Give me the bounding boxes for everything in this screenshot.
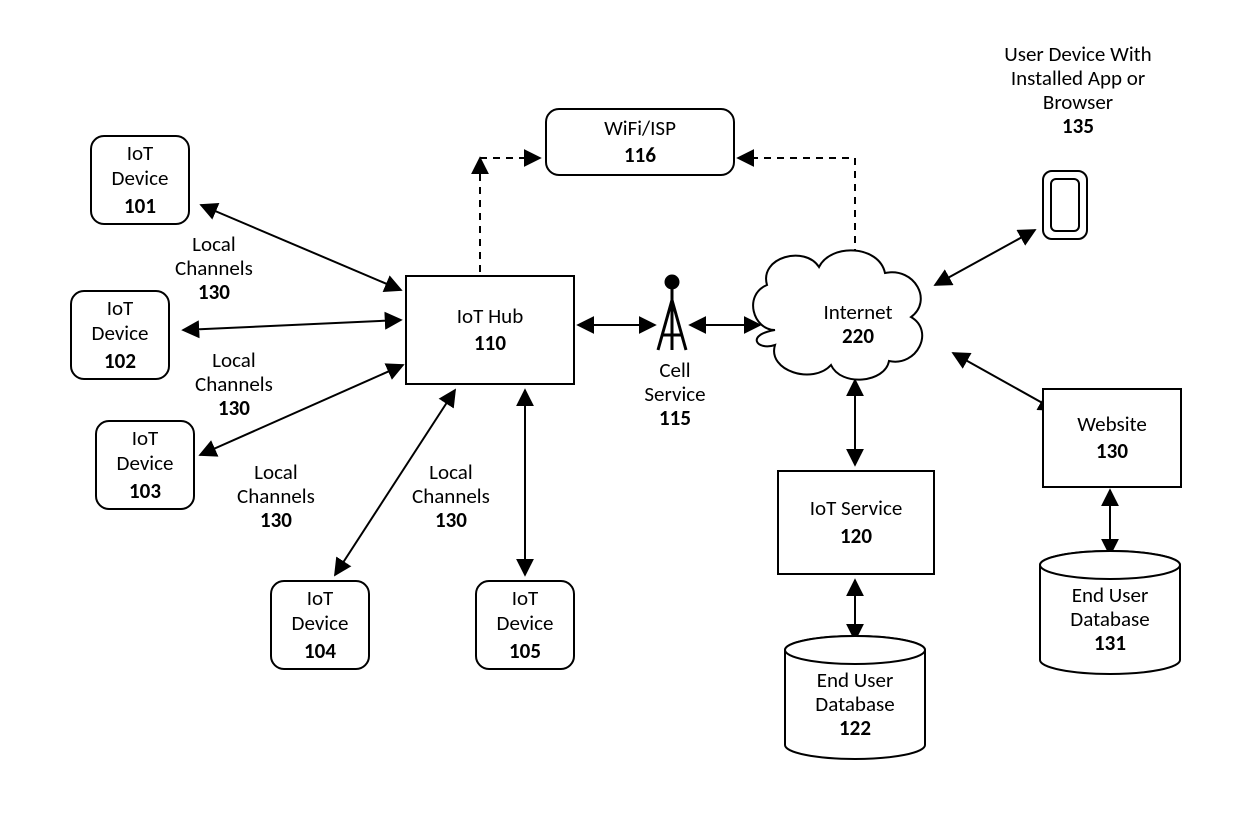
label-internet: Internet 220 — [808, 300, 908, 348]
label-number: 135 — [1062, 113, 1094, 139]
node-title: IoT Device — [497, 586, 554, 636]
node-title: IoT Hub — [457, 304, 524, 329]
label-number: 130 — [435, 507, 467, 533]
node-iot-device-103: IoT Device 103 — [95, 420, 195, 510]
node-number: 120 — [840, 524, 872, 549]
label-db-122: End User Database 122 — [805, 668, 905, 740]
label-text: Local Channels — [237, 459, 315, 509]
node-iot-device-104: IoT Device 104 — [270, 580, 370, 670]
node-number: 130 — [1096, 439, 1128, 464]
label-text: Internet — [823, 299, 892, 325]
node-number: 110 — [474, 331, 506, 356]
label-number: 131 — [1094, 630, 1126, 656]
node-title: IoT Service — [810, 496, 903, 521]
label-user-device: User Device With Installed App or Browse… — [968, 42, 1188, 139]
node-number: 101 — [124, 194, 156, 219]
node-number: 104 — [304, 639, 336, 664]
node-title: IoT Device — [92, 296, 149, 346]
label-number: 130 — [198, 279, 230, 305]
label-local-channels-2: Local Channels 130 — [195, 348, 273, 420]
node-number: 103 — [129, 479, 161, 504]
label-number: 115 — [659, 405, 691, 431]
label-text: User Device With Installed App or Browse… — [1004, 41, 1151, 115]
node-iot-device-102: IoT Device 102 — [70, 290, 170, 380]
node-number: 116 — [624, 143, 656, 168]
label-text: Local Channels — [412, 459, 490, 509]
node-title: WiFi/ISP — [604, 116, 676, 141]
label-text: End User Database — [815, 667, 894, 717]
label-number: 130 — [260, 507, 292, 533]
phone-icon — [1042, 170, 1088, 240]
label-db-131: End User Database 131 — [1060, 583, 1160, 655]
label-text: Local Channels — [175, 231, 253, 281]
label-text: Cell Service — [644, 357, 705, 407]
node-iot-service: IoT Service 120 — [777, 470, 935, 575]
label-local-channels-1: Local Channels 130 — [175, 232, 253, 304]
label-number: 122 — [839, 715, 871, 741]
node-iot-hub: IoT Hub 110 — [405, 275, 575, 385]
node-number: 105 — [509, 639, 541, 664]
node-title: IoT Device — [112, 141, 169, 191]
label-number: 130 — [218, 395, 250, 421]
node-iot-device-101: IoT Device 101 — [90, 135, 190, 225]
label-local-channels-4: Local Channels 130 — [412, 460, 490, 532]
node-iot-device-105: IoT Device 105 — [475, 580, 575, 670]
label-text: End User Database — [1070, 582, 1149, 632]
label-cell-service: Cell Service 115 — [635, 358, 715, 430]
diagram-stage: IoT Device 101 IoT Device 102 IoT Device… — [0, 0, 1240, 823]
label-text: Local Channels — [195, 347, 273, 397]
node-wifi-isp: WiFi/ISP 116 — [545, 108, 735, 176]
node-number: 102 — [104, 349, 136, 374]
node-title: IoT Device — [117, 426, 174, 476]
node-website: Website 130 — [1042, 388, 1182, 488]
node-title: IoT Device — [292, 586, 349, 636]
label-local-channels-3: Local Channels 130 — [237, 460, 315, 532]
node-title: Website — [1077, 412, 1147, 437]
label-number: 220 — [842, 323, 874, 349]
